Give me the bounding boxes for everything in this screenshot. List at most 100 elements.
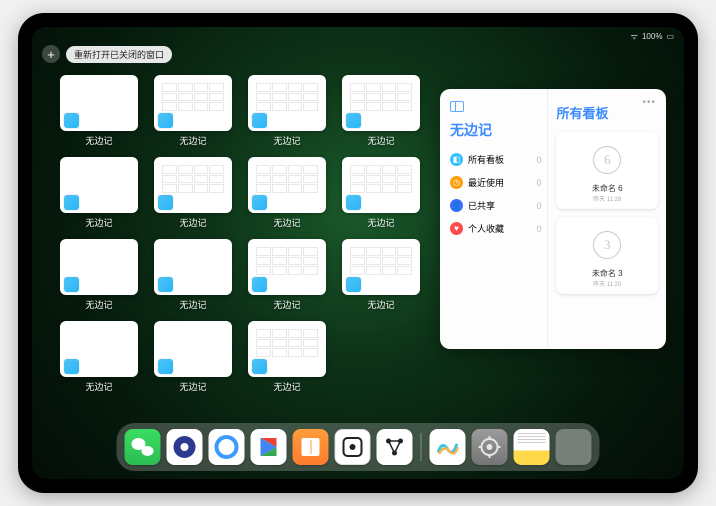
window-tile[interactable]: 无边记 — [154, 321, 232, 397]
category-count: 0 — [536, 201, 541, 211]
window-thumbnail[interactable] — [248, 157, 326, 213]
board-name: 未命名 3 — [592, 268, 623, 279]
add-button[interactable]: + — [42, 45, 60, 63]
category-row[interactable]: ♥ 个人收藏 0 — [450, 217, 541, 240]
window-tile[interactable]: 无边记 — [248, 239, 326, 315]
window-thumbnail[interactable] — [342, 157, 420, 213]
window-tile-label: 无边记 — [179, 134, 206, 147]
window-tile[interactable]: 无边记 — [248, 75, 326, 151]
category-icon: ◧ — [450, 153, 463, 166]
dock-app-notes[interactable] — [514, 429, 550, 465]
category-label: 所有看板 — [468, 153, 504, 166]
dock-app-wechat[interactable] — [125, 429, 161, 465]
window-tile-label: 无边记 — [273, 380, 300, 393]
dock-app-qq-browser[interactable] — [209, 429, 245, 465]
dock-app-nodes[interactable] — [377, 429, 413, 465]
window-thumbnail[interactable] — [248, 239, 326, 295]
panel-ellipsis-icon[interactable]: ••• — [642, 97, 656, 108]
panel-title: 无边记 — [450, 120, 541, 140]
category-icon: 👤 — [450, 199, 463, 212]
window-tile[interactable]: 无边记 — [60, 321, 138, 397]
window-tile[interactable]: 无边记 — [60, 75, 138, 151]
panel-content: 所有看板 6 未命名 6 昨天 11:28 3 未命名 3 昨天 11:20 — [548, 89, 666, 349]
window-thumbnail[interactable] — [60, 157, 138, 213]
window-thumbnail[interactable] — [154, 321, 232, 377]
window-tile-label: 无边记 — [273, 134, 300, 147]
window-tile[interactable]: 无边记 — [154, 239, 232, 315]
window-tile-label: 无边记 — [85, 298, 112, 311]
window-thumbnail[interactable] — [60, 75, 138, 131]
top-bar: + 重新打开已关闭的窗口 — [42, 45, 172, 63]
dock-app-google-play[interactable] — [251, 429, 287, 465]
window-tile[interactable]: 无边记 — [154, 75, 232, 151]
board-sketch: 6 — [593, 146, 621, 174]
window-thumbnail[interactable] — [342, 75, 420, 131]
board-card[interactable]: 3 未命名 3 昨天 11:20 — [556, 217, 658, 294]
status-bar: ᯤ 100% ▭ — [631, 31, 674, 42]
window-tile-label: 无边记 — [367, 134, 394, 147]
board-preview: 3 — [577, 223, 637, 267]
category-label: 最近使用 — [468, 176, 504, 189]
window-tile-label: 无边记 — [273, 216, 300, 229]
window-tile-label: 无边记 — [179, 380, 206, 393]
window-tile-label: 无边记 — [367, 298, 394, 311]
window-thumbnail[interactable] — [248, 75, 326, 131]
window-grid: 无边记无边记无边记无边记无边记无边记无边记无边记无边记无边记无边记无边记无边记无… — [60, 75, 420, 397]
window-tile[interactable]: 无边记 — [154, 157, 232, 233]
category-label: 个人收藏 — [468, 222, 504, 235]
category-row[interactable]: ◷ 最近使用 0 — [450, 171, 541, 194]
window-tile-label: 无边记 — [179, 216, 206, 229]
dock-app-settings[interactable] — [472, 429, 508, 465]
dock-app-app-library[interactable] — [556, 429, 592, 465]
battery-icon: ▭ — [666, 32, 674, 41]
window-thumbnail[interactable] — [154, 239, 232, 295]
freeform-panel[interactable]: ••• 无边记 ◧ 所有看板 0 ◷ 最近使用 0 👤 已共享 0 ♥ 个人收藏… — [440, 89, 666, 349]
category-label: 已共享 — [468, 199, 495, 212]
window-tile[interactable]: 无边记 — [342, 157, 420, 233]
board-subtitle: 昨天 11:28 — [593, 194, 621, 203]
window-tile[interactable]: 无边记 — [342, 75, 420, 151]
board-name: 未命名 6 — [592, 183, 623, 194]
board-preview: 6 — [577, 138, 637, 182]
window-thumbnail[interactable] — [60, 239, 138, 295]
category-icon: ◷ — [450, 176, 463, 189]
window-tile-label: 无边记 — [179, 298, 206, 311]
panel-sidebar: 无边记 ◧ 所有看板 0 ◷ 最近使用 0 👤 已共享 0 ♥ 个人收藏 0 — [440, 89, 548, 349]
dock-app-quark[interactable] — [167, 429, 203, 465]
window-tile-label: 无边记 — [85, 380, 112, 393]
board-card[interactable]: 6 未命名 6 昨天 11:28 — [556, 132, 658, 209]
dock-separator — [421, 433, 422, 461]
window-tile[interactable]: 无边记 — [342, 239, 420, 315]
sidebar-toggle-icon[interactable] — [450, 101, 464, 112]
dock-app-freeform[interactable] — [430, 429, 466, 465]
window-thumbnail[interactable] — [248, 321, 326, 377]
window-tile[interactable]: 无边记 — [60, 239, 138, 315]
reopen-closed-window-button[interactable]: 重新打开已关闭的窗口 — [66, 46, 172, 63]
window-tile[interactable]: 无边记 — [248, 321, 326, 397]
window-tile[interactable]: 无边记 — [248, 157, 326, 233]
window-tile-label: 无边记 — [367, 216, 394, 229]
board-sketch: 3 — [593, 231, 621, 259]
ipad-frame: ᯤ 100% ▭ + 重新打开已关闭的窗口 无边记无边记无边记无边记无边记无边记… — [18, 13, 698, 493]
dock — [117, 423, 600, 471]
window-thumbnail[interactable] — [60, 321, 138, 377]
category-count: 0 — [536, 178, 541, 188]
dock-app-dice[interactable] — [335, 429, 371, 465]
window-thumbnail[interactable] — [154, 75, 232, 131]
window-tile-label: 无边记 — [85, 134, 112, 147]
window-tile-label: 无边记 — [85, 216, 112, 229]
window-tile[interactable]: 无边记 — [60, 157, 138, 233]
wifi-icon: ᯤ — [631, 31, 638, 42]
board-subtitle: 昨天 11:20 — [593, 279, 621, 288]
category-icon: ♥ — [450, 222, 463, 235]
screen: ᯤ 100% ▭ + 重新打开已关闭的窗口 无边记无边记无边记无边记无边记无边记… — [32, 27, 684, 479]
category-count: 0 — [536, 224, 541, 234]
category-row[interactable]: ◧ 所有看板 0 — [450, 148, 541, 171]
category-row[interactable]: 👤 已共享 0 — [450, 194, 541, 217]
window-thumbnail[interactable] — [342, 239, 420, 295]
window-thumbnail[interactable] — [154, 157, 232, 213]
window-tile-label: 无边记 — [273, 298, 300, 311]
category-count: 0 — [536, 155, 541, 165]
battery-label: 100% — [642, 32, 662, 41]
dock-app-books[interactable] — [293, 429, 329, 465]
